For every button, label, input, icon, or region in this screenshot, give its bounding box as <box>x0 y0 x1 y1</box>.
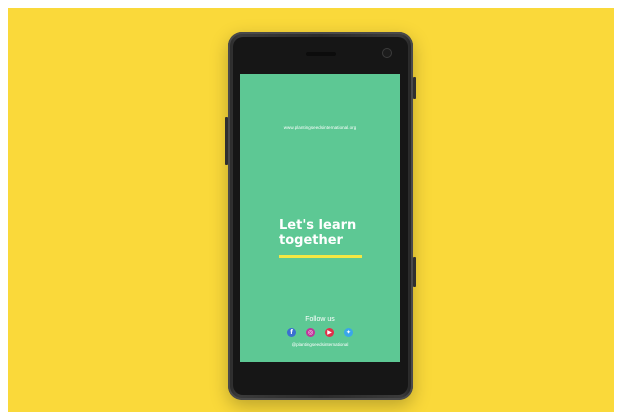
twitter-icon[interactable]: ✦ <box>344 328 353 337</box>
earpiece-speaker <box>306 52 336 56</box>
headline-line-2: together <box>279 233 343 248</box>
instagram-icon[interactable]: ◎ <box>306 328 315 337</box>
social-icons-row: f ◎ ▶ ✦ <box>240 328 400 338</box>
youtube-icon[interactable]: ▶ <box>325 328 334 337</box>
headline: Let's learn together <box>279 218 356 248</box>
headline-underline <box>279 255 362 258</box>
phone-side-button-right-top <box>413 77 416 99</box>
front-camera-icon <box>382 48 392 58</box>
social-handle: @plantingseedsinternational <box>291 342 349 347</box>
follow-us-label: Follow us <box>305 316 335 323</box>
smartphone-mockup: www.plantingseedsinternational.org Let's… <box>225 32 416 400</box>
facebook-icon[interactable]: f <box>287 328 296 337</box>
headline-line-1: Let's learn <box>279 218 357 233</box>
phone-side-button-right-bottom <box>413 257 416 287</box>
website-url: www.plantingseedsinternational.org <box>283 125 357 130</box>
phone-side-button-left <box>225 117 228 165</box>
phone-screen: www.plantingseedsinternational.org Let's… <box>240 74 400 362</box>
yellow-backdrop: www.plantingseedsinternational.org Let's… <box>8 8 614 412</box>
